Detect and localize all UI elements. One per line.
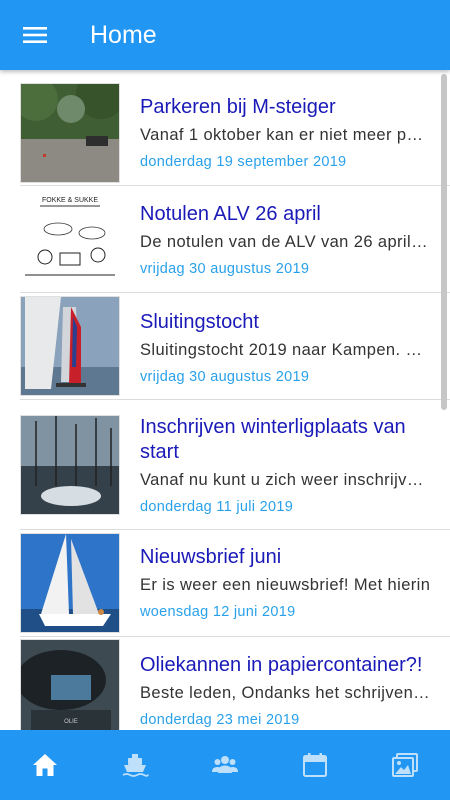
news-snippet: Beste leden, Ondanks het schrijven van bbox=[140, 684, 432, 702]
news-title[interactable]: Oliekannen in papiercontainer?! bbox=[140, 653, 430, 678]
news-item[interactable]: Nieuwsbrief juni Er is weer een nieuwsbr… bbox=[0, 530, 450, 637]
boat-icon bbox=[122, 754, 149, 777]
members-icon bbox=[212, 756, 238, 773]
news-snippet: Vanaf nu kunt u zich weer inschrijven vo… bbox=[140, 471, 432, 489]
tab-photos[interactable] bbox=[360, 730, 450, 800]
hamburger-menu-icon bbox=[23, 27, 47, 43]
tab-boat[interactable] bbox=[90, 730, 180, 800]
news-item[interactable]: Sluitingstocht Sluitingstocht 2019 naar … bbox=[0, 292, 450, 400]
menu-button[interactable] bbox=[0, 0, 70, 70]
news-snippet: Er is weer een nieuwsbrief! Met hierin bbox=[140, 576, 431, 594]
tab-members[interactable] bbox=[180, 730, 270, 800]
news-thumbnail: FOKKE & SUKKE bbox=[20, 189, 120, 289]
news-date: vrijdag 30 augustus 2019 bbox=[140, 261, 310, 277]
news-thumbnail bbox=[20, 296, 120, 396]
news-title[interactable]: Notulen ALV 26 april bbox=[140, 202, 430, 227]
news-thumbnail bbox=[20, 83, 120, 183]
news-item[interactable]: Parkeren bij M-steiger Vanaf 1 oktober k… bbox=[0, 70, 450, 186]
news-item[interactable]: Inschrijven winterligplaats van start Va… bbox=[0, 400, 450, 530]
news-snippet: De notulen van de ALV van 26 april staan… bbox=[140, 233, 432, 251]
news-item[interactable]: OLIE Oliekannen in papiercontainer?! Bes… bbox=[0, 636, 450, 730]
photos-icon bbox=[392, 753, 418, 777]
news-date: woensdag 12 juni 2019 bbox=[140, 604, 296, 620]
news-date: donderdag 11 juli 2019 bbox=[140, 499, 294, 515]
news-snippet: Sluitingstocht 2019 naar Kampen. Opgeven bbox=[140, 341, 432, 359]
calendar-icon bbox=[303, 753, 327, 777]
news-thumbnail bbox=[20, 415, 120, 515]
news-date: donderdag 23 mei 2019 bbox=[140, 712, 300, 728]
tab-calendar[interactable] bbox=[270, 730, 360, 800]
news-title[interactable]: Sluitingstocht bbox=[140, 310, 430, 335]
app-bar: Home bbox=[0, 0, 450, 70]
news-title[interactable]: Nieuwsbrief juni bbox=[140, 545, 430, 570]
news-snippet: Vanaf 1 oktober kan er niet meer parkere… bbox=[140, 126, 432, 144]
news-list[interactable]: Parkeren bij M-steiger Vanaf 1 oktober k… bbox=[0, 70, 450, 730]
news-title[interactable]: Inschrijven winterligplaats van start bbox=[140, 415, 430, 465]
news-item[interactable]: FOKKE & SUKKE Notulen ALV 26 april De no… bbox=[0, 186, 450, 293]
news-date: donderdag 19 september 2019 bbox=[140, 154, 347, 170]
svg-text:FOKKE & SUKKE: FOKKE & SUKKE bbox=[42, 197, 98, 204]
svg-text:OLIE: OLIE bbox=[64, 719, 78, 725]
news-title[interactable]: Parkeren bij M-steiger bbox=[140, 95, 430, 120]
page-title: Home bbox=[90, 20, 157, 49]
news-thumbnail: OLIE bbox=[20, 639, 120, 730]
scrollbar[interactable] bbox=[441, 74, 447, 410]
tab-home[interactable] bbox=[0, 730, 90, 800]
home-icon bbox=[33, 754, 57, 776]
bottom-navigation bbox=[0, 730, 450, 800]
news-thumbnail bbox=[20, 533, 120, 633]
news-date: vrijdag 30 augustus 2019 bbox=[140, 369, 310, 385]
